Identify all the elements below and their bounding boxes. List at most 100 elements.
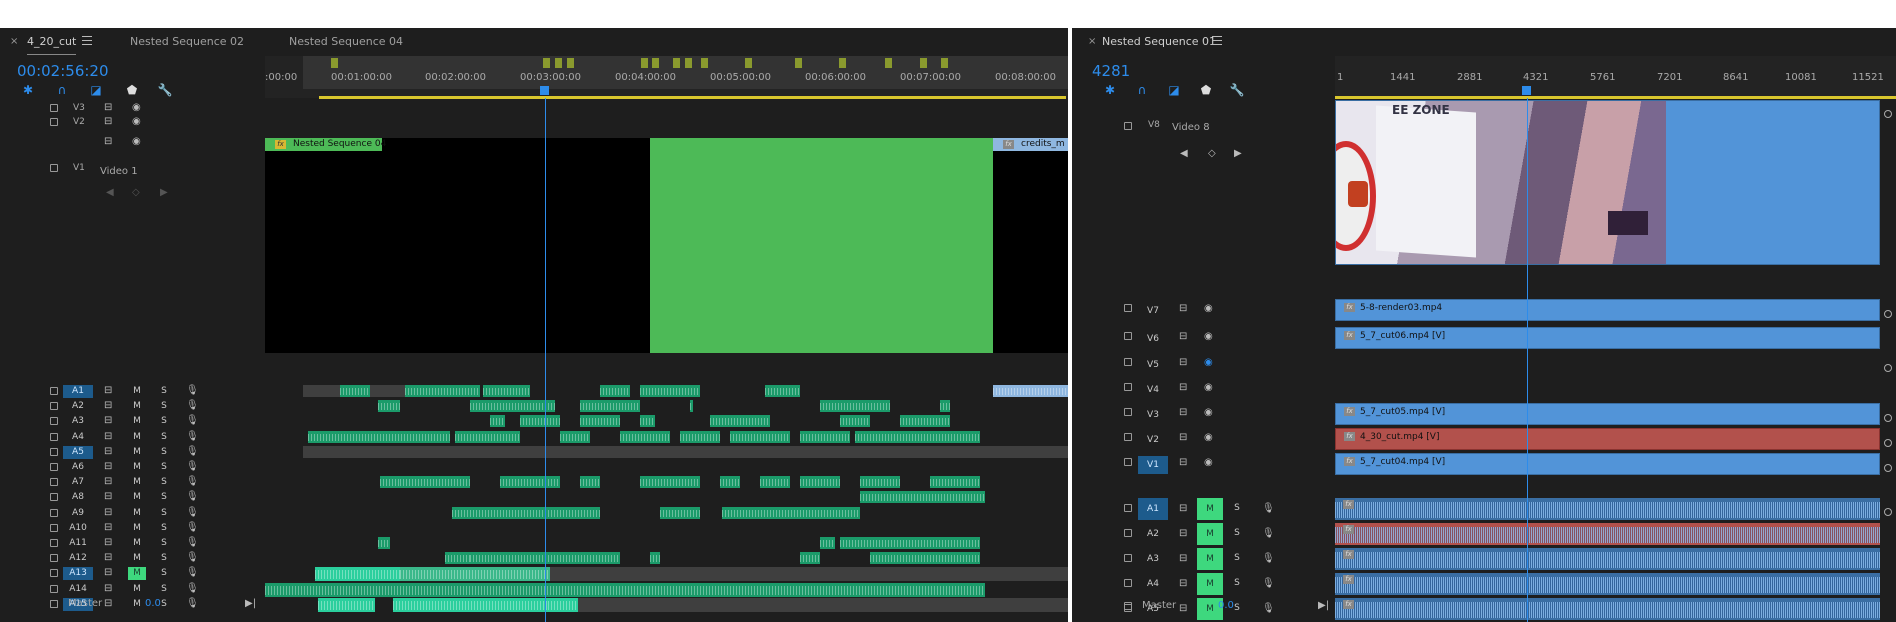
lock-icon[interactable] (50, 600, 58, 608)
sync-lock-icon[interactable]: ⊟ (104, 552, 112, 563)
microphone-icon[interactable]: 🎙 (1262, 503, 1275, 514)
sequence-marker[interactable] (685, 58, 692, 68)
solo-button[interactable]: S (155, 552, 173, 565)
solo-button[interactable]: S (155, 446, 173, 459)
track-target-a11[interactable]: A11 (63, 537, 93, 550)
lock-icon[interactable] (1124, 304, 1132, 312)
tab-nested-sequence-01[interactable]: Nested Sequence 01 (1102, 35, 1216, 51)
audio-clip[interactable] (640, 415, 655, 428)
lock-icon[interactable] (1124, 579, 1132, 587)
lock-icon[interactable] (50, 554, 58, 563)
mute-button[interactable]: M (128, 537, 146, 550)
lock-icon[interactable] (50, 463, 58, 471)
track-target-a3[interactable]: A3 (63, 415, 93, 428)
track-target-a2[interactable]: A2 (1138, 523, 1168, 545)
prev-keyframe-icon[interactable]: ◀ (106, 187, 114, 198)
audio-clip[interactable] (720, 476, 740, 489)
track-target-a7[interactable]: A7 (63, 476, 93, 489)
audio-clip[interactable] (393, 597, 548, 612)
track-target-a4[interactable]: A4 (1138, 573, 1168, 595)
solo-button[interactable]: S (155, 476, 173, 489)
track-target-a5[interactable]: A5 (63, 445, 93, 459)
linked-selection-icon[interactable]: ◪ (1166, 82, 1182, 98)
microphone-icon[interactable]: 🎙 (1262, 578, 1275, 589)
sync-lock-icon[interactable]: ⊟ (104, 136, 112, 147)
audio-clip[interactable] (860, 491, 985, 504)
lock-icon[interactable] (1124, 383, 1132, 391)
sync-lock-icon[interactable]: ⊟ (1179, 382, 1187, 393)
clip-credits[interactable]: fx credits_m (993, 138, 1068, 353)
clip-v7[interactable]: fx 5-8-render03.mp4 (1335, 299, 1880, 321)
eye-icon[interactable]: ◉ (1204, 382, 1213, 393)
solo-button[interactable]: S (155, 491, 173, 504)
mute-button[interactable]: M (128, 446, 146, 459)
solo-button[interactable]: S (155, 415, 173, 428)
audio-clip[interactable] (820, 537, 835, 549)
panel-menu-icon[interactable] (1212, 36, 1222, 45)
track-height-handle[interactable] (1884, 110, 1892, 118)
sequence-marker[interactable] (920, 58, 927, 68)
add-marker-icon[interactable]: ⬟ (1198, 82, 1214, 98)
sequence-marker[interactable] (641, 58, 648, 68)
snap-magnet-icon[interactable]: ∩ (54, 82, 70, 98)
microphone-icon[interactable]: 🎙 (186, 491, 199, 502)
sync-lock-icon[interactable]: ⊟ (1179, 457, 1187, 468)
solo-button[interactable]: S (155, 537, 173, 550)
track-id-v3[interactable]: V3 (1138, 406, 1168, 424)
microphone-icon[interactable]: 🎙 (186, 522, 199, 533)
sequence-marker[interactable] (839, 58, 846, 68)
track-target-a8[interactable]: A8 (63, 491, 93, 504)
solo-button[interactable]: S (1228, 527, 1246, 540)
lock-icon[interactable] (50, 493, 58, 502)
lock-icon[interactable] (1124, 529, 1132, 537)
lock-icon[interactable] (50, 118, 58, 126)
track-height-handle[interactable] (1884, 414, 1892, 422)
audio-clip[interactable] (380, 476, 400, 489)
sync-lock-icon[interactable]: ⊟ (104, 507, 112, 518)
microphone-icon[interactable]: 🎙 (186, 552, 199, 563)
eye-icon[interactable]: ◉ (1204, 407, 1213, 418)
track-id-v6[interactable]: V6 (1138, 330, 1168, 348)
audio-clip[interactable] (445, 552, 470, 565)
audio-clip-a1[interactable]: fx (1335, 498, 1880, 520)
tab-nested-sequence-04[interactable]: Nested Sequence 04 (289, 35, 403, 51)
lock-icon[interactable] (1124, 458, 1132, 466)
mute-button[interactable]: M (1197, 548, 1223, 570)
audio-clip[interactable] (452, 506, 600, 519)
track-target-a10[interactable]: A10 (63, 522, 93, 535)
audio-clip[interactable] (800, 430, 850, 443)
mute-button[interactable]: M (128, 461, 146, 474)
track-target-a9[interactable]: A9 (63, 507, 93, 520)
solo-button[interactable]: S (1228, 577, 1246, 590)
lock-icon[interactable] (50, 539, 58, 547)
audio-clip[interactable] (378, 400, 400, 413)
sequence-marker[interactable] (745, 58, 752, 68)
track-height-handle[interactable] (1884, 508, 1892, 516)
eye-icon[interactable]: ◉ (132, 102, 141, 113)
audio-clip[interactable] (600, 385, 630, 397)
audio-clip[interactable] (308, 430, 450, 443)
lock-icon[interactable] (1124, 408, 1132, 416)
solo-button[interactable]: S (155, 507, 173, 520)
lock-icon[interactable] (50, 584, 58, 593)
microphone-icon[interactable]: 🎙 (186, 583, 199, 594)
microphone-icon[interactable]: 🎙 (186, 446, 199, 457)
mute-button[interactable]: M (1197, 573, 1223, 595)
eye-icon[interactable]: ◉ (1204, 457, 1213, 468)
eye-icon[interactable]: ◉ (1204, 331, 1213, 342)
microphone-icon[interactable]: 🎙 (1262, 528, 1275, 539)
work-area-bar[interactable] (319, 96, 1066, 99)
audio-clip[interactable] (318, 597, 375, 612)
audio-clip[interactable] (640, 385, 700, 397)
solo-button[interactable]: S (155, 400, 173, 413)
track-id-v1[interactable]: V1 (1138, 456, 1168, 474)
microphone-icon[interactable]: 🎙 (186, 431, 199, 442)
clip-v1[interactable]: fx 5_7_cut04.mp4 [V] (1335, 453, 1880, 475)
audio-clip[interactable] (730, 430, 790, 443)
track-height-handle[interactable] (1884, 310, 1892, 318)
mute-button[interactable]: M (128, 507, 146, 520)
next-keyframe-icon[interactable]: ▶ (160, 187, 168, 198)
lock-icon[interactable] (50, 104, 58, 112)
audio-clip[interactable] (930, 476, 980, 489)
sync-lock-icon[interactable]: ⊟ (104, 461, 112, 472)
